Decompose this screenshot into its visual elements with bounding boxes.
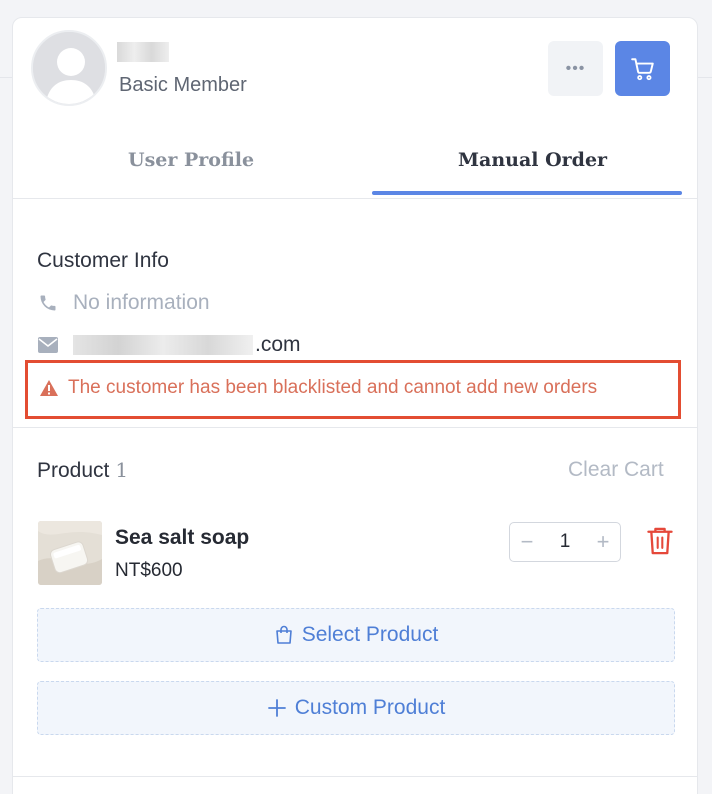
- product-count: 1: [115, 458, 129, 482]
- increase-quantity-button[interactable]: +: [586, 529, 620, 555]
- cart-button[interactable]: [615, 41, 670, 96]
- customer-order-panel: Basic Member ••• User Profile Manual Ord…: [12, 17, 698, 794]
- customer-phone: No information: [73, 291, 210, 314]
- phone-icon: [37, 292, 59, 314]
- delete-item-button[interactable]: [646, 526, 674, 556]
- blacklist-warning: The customer has been blacklisted and ca…: [25, 360, 681, 419]
- tab-manual-order[interactable]: Manual Order: [458, 149, 607, 171]
- more-button[interactable]: •••: [548, 41, 603, 96]
- customer-phone-row: No information: [37, 291, 210, 315]
- quantity-value[interactable]: 1: [544, 531, 586, 553]
- user-avatar-icon: [33, 32, 105, 104]
- select-product-label: Select Product: [301, 623, 439, 646]
- customer-email-row: .com: [37, 333, 301, 357]
- mail-icon: [37, 334, 59, 356]
- customer-name-redacted: [117, 42, 169, 62]
- tab-user-profile[interactable]: User Profile: [128, 149, 254, 171]
- product-section-title: Product 1: [37, 458, 128, 483]
- tab-bar: User Profile Manual Order: [13, 133, 697, 199]
- custom-product-label: Custom Product: [294, 696, 446, 719]
- custom-product-button[interactable]: Custom Product: [37, 681, 675, 735]
- customer-email-redacted: [73, 335, 253, 355]
- product-price: NT$600: [115, 560, 183, 581]
- plus-icon: [267, 698, 287, 718]
- product-title-label: Product: [37, 459, 110, 482]
- decrease-quantity-button[interactable]: −: [510, 529, 544, 555]
- warning-icon: [40, 380, 58, 396]
- shopping-bag-icon: [274, 625, 294, 645]
- section-divider: [13, 427, 697, 428]
- product-thumbnail: [38, 521, 102, 585]
- trash-icon: [647, 527, 673, 555]
- bottom-divider: [13, 776, 697, 777]
- customer-email: .com: [255, 333, 301, 356]
- cart-icon: [630, 57, 654, 80]
- clear-cart-button[interactable]: Clear Cart: [568, 458, 664, 482]
- customer-info-title: Customer Info: [37, 249, 169, 272]
- quantity-stepper: − 1 +: [509, 522, 621, 562]
- more-icon: •••: [565, 59, 586, 77]
- active-tab-indicator: [372, 191, 682, 195]
- blacklist-warning-text: The customer has been blacklisted and ca…: [68, 377, 598, 398]
- avatar: [31, 30, 107, 106]
- member-level: Basic Member: [119, 74, 247, 96]
- select-product-button[interactable]: Select Product: [37, 608, 675, 662]
- product-name: Sea salt soap: [115, 526, 250, 549]
